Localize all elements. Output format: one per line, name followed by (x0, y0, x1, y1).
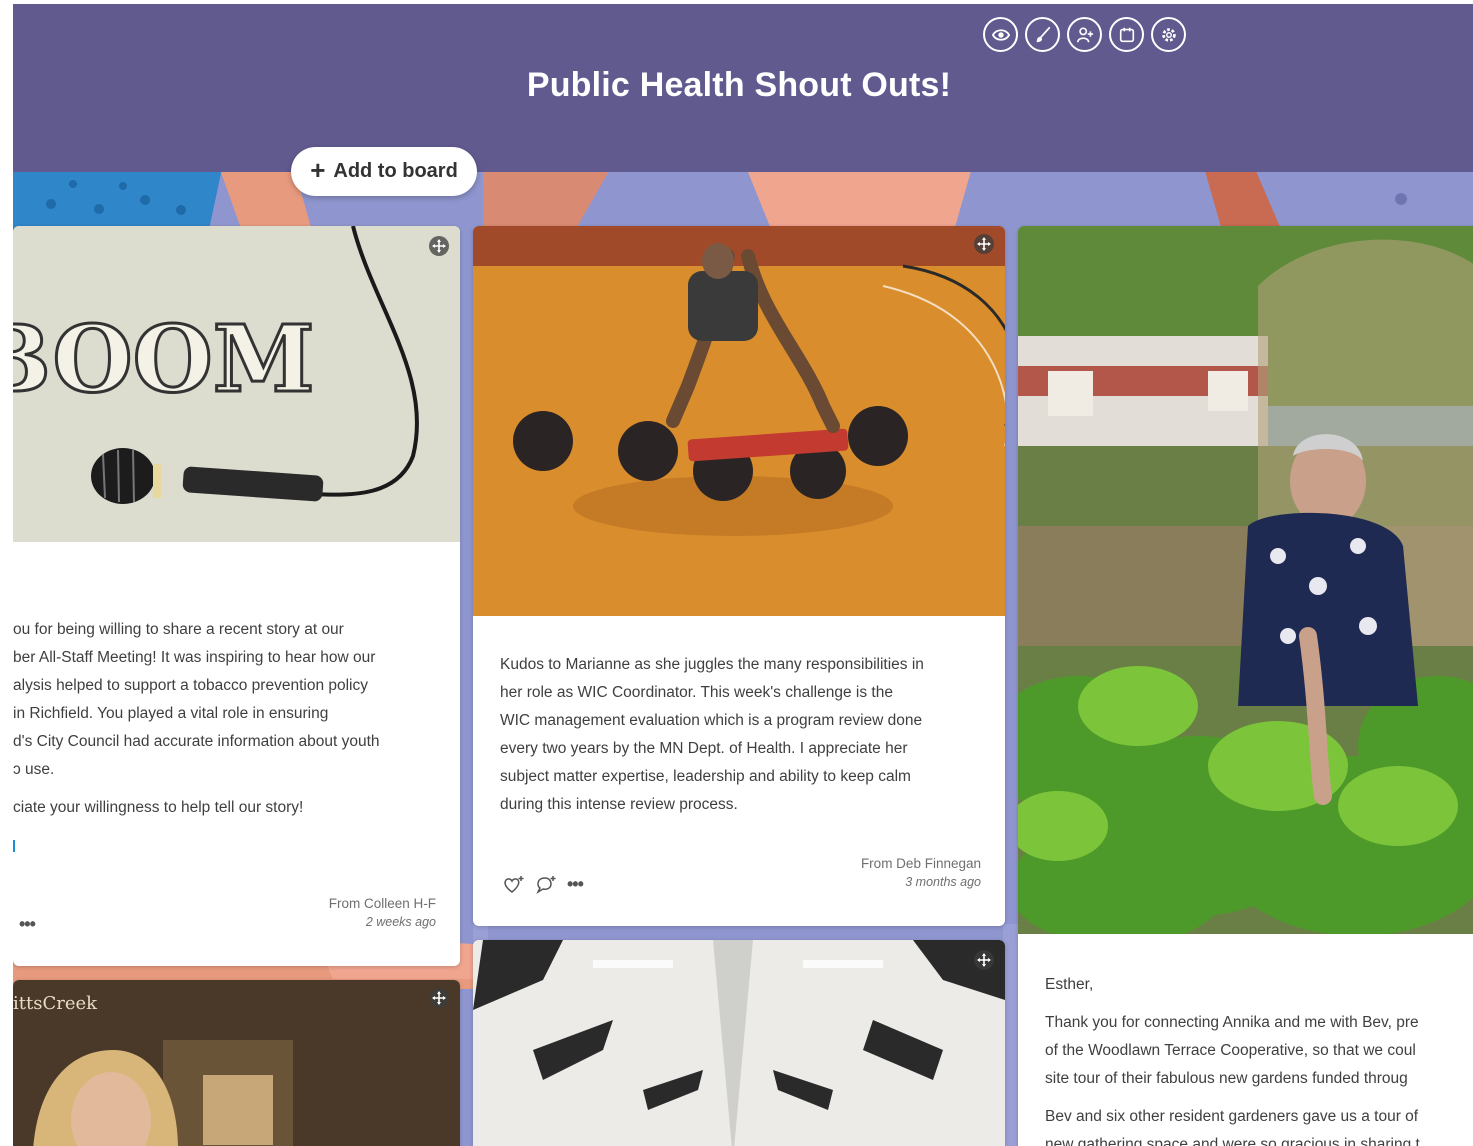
author-name: From Colleen H-F (328, 896, 436, 911)
post-time: 3 months ago (905, 875, 981, 889)
post-line: ɔ use. (13, 761, 55, 778)
add-comment-icon[interactable] (535, 875, 557, 895)
add-user-icon[interactable] (1067, 17, 1102, 52)
post-image: BOOM (13, 226, 460, 542)
post-image (473, 940, 1005, 1146)
post-line: ber All-Staff Meeting! It was inspiring … (13, 649, 376, 666)
post-line: ciate your willingness to help tell our … (13, 799, 304, 816)
post-line: during this intense review process. (500, 796, 738, 813)
board-header: Public Health Shout Outs! (13, 4, 1473, 172)
post-text: Kudos to Marianne as she juggles the man… (500, 651, 990, 819)
drag-handle[interactable] (974, 950, 994, 970)
post-image: ittsCreek (13, 980, 460, 1146)
more-options-icon[interactable]: ••• (567, 874, 584, 895)
board-toolbar (983, 17, 1186, 52)
post-line: ou for being willing to share a recent s… (13, 621, 344, 638)
add-to-board-label: Add to board (333, 160, 458, 182)
board-title: Public Health Shout Outs! (526, 66, 952, 104)
post-line: in Richfield. You played a vital role in… (13, 705, 329, 722)
post-line: Thank you for connecting Annika and me w… (1045, 1014, 1419, 1031)
more-options-icon[interactable]: ••• (19, 914, 36, 935)
eye-icon[interactable] (983, 17, 1018, 52)
post-author: From Deb Finnegan 3 months ago (861, 856, 981, 889)
post-author: From Colleen H-F 2 weeks ago (329, 896, 436, 929)
board: Public Health Shout Outs! + Add to board… (13, 4, 1473, 1146)
post-line: site tour of their fabulous new gardens … (1045, 1070, 1408, 1087)
post-text: ou for being willing to share a recent s… (13, 616, 460, 832)
brush-icon[interactable] (1025, 17, 1060, 52)
post-image (1018, 226, 1473, 934)
post-line: her role as WIC Coordinator. This week's… (500, 684, 893, 701)
post-line: WIC management evaluation which is a pro… (500, 712, 923, 729)
card-actions: ••• (19, 914, 36, 935)
post-card[interactable]: Kudos to Marianne as she juggles the man… (473, 226, 1005, 926)
gear-icon[interactable] (1151, 17, 1186, 52)
drag-handle[interactable] (974, 234, 994, 254)
post-line: Kudos to Marianne as she juggles the man… (500, 656, 924, 673)
calendar-icon[interactable] (1109, 17, 1144, 52)
link-fragment[interactable] (13, 840, 15, 852)
schitts-creek-text: ittsCreek (13, 993, 98, 1014)
boom-image-text: BOOM (13, 305, 315, 413)
post-greeting: Esther, (1045, 976, 1094, 993)
plus-icon: + (310, 155, 326, 185)
add-to-board-button[interactable]: + Add to board (291, 147, 477, 196)
drag-handle[interactable] (429, 236, 449, 256)
post-time: 2 weeks ago (365, 915, 436, 929)
card-actions: ••• (503, 874, 584, 895)
add-reaction-icon[interactable] (503, 875, 525, 895)
post-card[interactable] (473, 940, 1005, 1146)
post-line: every two years by the MN Dept. of Healt… (500, 740, 908, 757)
post-line: Bev and six other resident gardeners gav… (1045, 1108, 1419, 1125)
drag-handle[interactable] (429, 988, 449, 1008)
post-line: subject matter expertise, leadership and… (500, 768, 911, 785)
post-card[interactable]: BOOM ou for being willing to share a rec… (13, 226, 460, 966)
post-line: alysis helped to support a tobacco preve… (13, 677, 368, 694)
post-line: new gathering space and were so gracious… (1045, 1136, 1420, 1146)
post-line: of the Woodlawn Terrace Cooperative, so … (1045, 1042, 1416, 1059)
post-card[interactable]: Esther, Thank you for connecting Annika … (1018, 226, 1473, 1146)
post-card[interactable]: ittsCreek (13, 980, 460, 1146)
author-name: From Deb Finnegan (860, 856, 981, 871)
post-line: d's City Council had accurate informatio… (13, 733, 380, 750)
post-text: Esther, Thank you for connecting Annika … (1045, 971, 1473, 1146)
post-image (473, 226, 1005, 616)
